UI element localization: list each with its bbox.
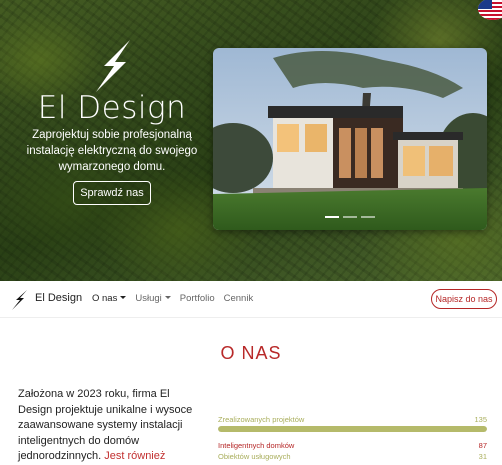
- nav-links: O nas Usługi Portfolio Cennik: [92, 293, 253, 304]
- hero-title: El Design: [37, 90, 187, 126]
- caret-down-icon: [120, 296, 127, 299]
- nav-item-cennik[interactable]: Cennik: [224, 293, 254, 304]
- stat-value: 31: [478, 452, 487, 461]
- contact-button[interactable]: Napisz do nas: [431, 289, 497, 309]
- stat-smart-homes: Inteligentnych domków 87: [218, 441, 487, 450]
- carousel-indicator[interactable]: [325, 216, 339, 218]
- hero-section: El Design Zaprojektuj sobie profesjonaln…: [0, 0, 502, 281]
- stat-value: 135: [474, 415, 487, 424]
- stat-service-buildings: Obiektów usługowych 31: [218, 452, 487, 461]
- lightning-bolt-icon: [96, 40, 130, 92]
- progress-bar-fill: [218, 426, 487, 432]
- about-link[interactable]: Jest również: [104, 450, 165, 462]
- carousel-indicator[interactable]: [343, 216, 357, 218]
- nav-item-label: O nas: [92, 293, 118, 304]
- about-text: Założona w 2023 roku, firma El Design pr…: [18, 387, 196, 465]
- us-flag-icon[interactable]: [478, 0, 502, 20]
- stat-label: Zrealizowanych projektów: [218, 415, 305, 424]
- hero-subtitle: Zaprojektuj sobie profesjonalną instalac…: [26, 129, 198, 173]
- stat-label: Obiektów usługowych: [218, 452, 291, 461]
- nav-item-label: Usługi: [135, 293, 162, 304]
- lightning-bolt-icon[interactable]: [11, 289, 28, 311]
- section-title: O NAS: [220, 343, 282, 363]
- image-carousel[interactable]: [213, 48, 487, 230]
- stat-projects: Zrealizowanych projektów 135: [218, 415, 487, 432]
- stat-value: 87: [478, 441, 487, 450]
- carousel-indicator[interactable]: [361, 216, 375, 218]
- nav-item-portfolio[interactable]: Portfolio: [180, 293, 215, 304]
- nav-item-o-nas[interactable]: O nas: [92, 293, 127, 304]
- navbar: El Design O nas Usługi Portfolio Cennik: [0, 281, 502, 318]
- caret-down-icon: [164, 296, 171, 299]
- progress-bar: [218, 426, 487, 432]
- navbar-brand[interactable]: El Design: [35, 292, 82, 304]
- stat-label: Inteligentnych domków: [218, 441, 295, 450]
- nav-item-uslugi[interactable]: Usługi: [135, 293, 171, 304]
- house-photo: [213, 48, 487, 230]
- carousel-indicators: [213, 216, 487, 218]
- check-us-button[interactable]: Sprawdź nas: [73, 181, 151, 205]
